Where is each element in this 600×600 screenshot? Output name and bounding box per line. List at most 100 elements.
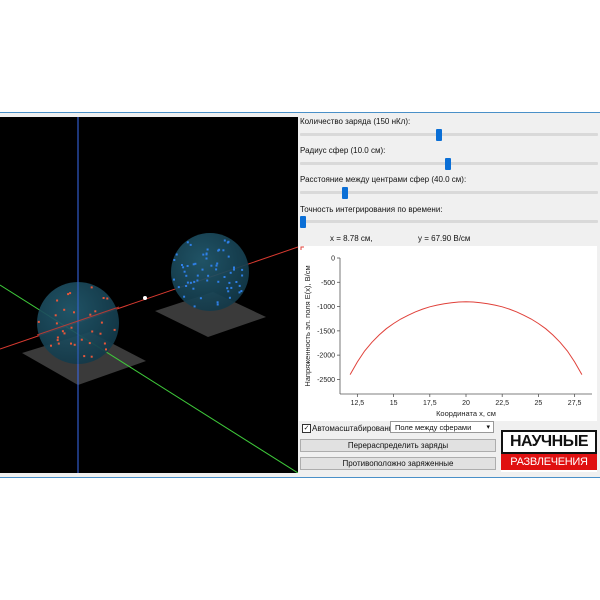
chevron-down-icon: ▾ xyxy=(486,424,490,431)
redistribute-charges-button[interactable]: Перераспределить заряды xyxy=(300,439,496,452)
charge-dot xyxy=(103,342,106,345)
x-tick-label: 22,5 xyxy=(495,400,509,407)
autoscale-checkbox[interactable]: ✓ xyxy=(302,424,311,433)
charge-dot xyxy=(226,287,229,290)
charge-dot xyxy=(186,241,189,244)
charge-dot xyxy=(222,249,225,252)
charge-dot xyxy=(63,308,66,311)
precision-slider-handle[interactable] xyxy=(300,216,306,228)
y-tick-label: 0 xyxy=(331,256,335,263)
scene-3d-viewport[interactable] xyxy=(0,117,298,473)
precision-slider[interactable] xyxy=(300,220,598,223)
charge-dot xyxy=(61,330,64,333)
charge-dot xyxy=(189,281,192,284)
control-panel: Количество заряда (150 нКл): Радиус сфер… xyxy=(298,113,600,477)
charge-dot xyxy=(241,268,244,271)
charge-dot xyxy=(67,293,70,296)
charge-dot xyxy=(223,239,226,242)
charge-dot xyxy=(55,322,58,325)
charge-dot xyxy=(206,248,209,251)
autoscale-label[interactable]: Автомасштабирование xyxy=(312,424,398,433)
charge-dot xyxy=(217,249,220,252)
charge-dot xyxy=(196,274,199,277)
charge-dot xyxy=(73,343,76,346)
charge-dot xyxy=(215,264,218,267)
logo-top-text: НАУЧНЫЕ xyxy=(501,430,597,454)
charge-dot xyxy=(37,320,40,323)
charge-dot xyxy=(205,253,208,256)
readout-y: y = 67.90 В/см xyxy=(418,234,471,243)
y-tick-label: -2000 xyxy=(317,353,335,360)
charge-dot xyxy=(186,265,189,267)
sphere-right xyxy=(171,233,249,311)
charge-dot xyxy=(189,243,192,246)
y-axis-title: Напряженность эл. поля E(x), В/см xyxy=(303,265,312,386)
charge-dot xyxy=(227,240,230,243)
charge-dot xyxy=(193,305,196,308)
charge-dot xyxy=(194,262,197,265)
x-tick-label: 12,5 xyxy=(351,400,365,407)
charge-dot xyxy=(233,266,235,269)
opposite-charges-button[interactable]: Противоположно заряженные xyxy=(300,457,496,470)
charge-dot xyxy=(216,303,219,306)
x-tick-label: 17,5 xyxy=(423,400,437,407)
charge-dot xyxy=(70,342,72,345)
y-tick-label: -2500 xyxy=(317,377,335,384)
charge-dot xyxy=(205,257,208,260)
charge-dot xyxy=(80,338,83,341)
charge-slider-handle[interactable] xyxy=(435,129,442,141)
charge-dot xyxy=(196,279,199,282)
scene-3d xyxy=(0,117,298,473)
logo-bottom-text: РАЗВЛЕЧЕНИЯ xyxy=(501,454,597,470)
probe-point[interactable] xyxy=(143,296,147,300)
charge-dot xyxy=(227,255,230,258)
charge-dot xyxy=(91,330,94,333)
field-curve xyxy=(349,301,583,375)
distance-slider-label: Расстояние между центрами сфер (40.0 см)… xyxy=(300,175,467,184)
charge-dot xyxy=(199,297,202,300)
field-mode-value: Поле между сферами xyxy=(395,423,472,432)
radius-slider-label: Радиус сфер (10.0 см): xyxy=(300,146,386,155)
x-tick-label: 25 xyxy=(535,400,543,407)
charge-dot xyxy=(206,279,209,282)
radius-slider-handle[interactable] xyxy=(444,158,451,170)
charge-dot xyxy=(210,264,213,267)
charge-dot xyxy=(57,342,60,345)
charge-dot xyxy=(238,284,241,287)
charge-dot xyxy=(99,332,102,335)
x-tick-label: 15 xyxy=(390,400,398,407)
brand-logo: НАУЧНЫЕ РАЗВЛЕЧЕНИЯ xyxy=(501,430,597,472)
charge-slider-label: Количество заряда (150 нКл): xyxy=(300,117,411,126)
charge-dot xyxy=(90,355,93,358)
charge-dot xyxy=(192,287,195,290)
charge-dot xyxy=(217,280,220,283)
charge-dot xyxy=(227,290,230,293)
charge-dot xyxy=(102,297,105,299)
y-tick-label: -1000 xyxy=(317,304,335,311)
charge-dot xyxy=(223,276,226,278)
distance-slider-handle[interactable] xyxy=(342,187,349,199)
y-tick-label: -500 xyxy=(321,280,335,287)
charge-dot xyxy=(90,286,93,289)
field-plot[interactable]: 12,5 15 17,5 20 22,5 25 27,5 0 -500 -1000 -1500 -20… xyxy=(299,246,597,421)
readout-x: x = 8.78 см, xyxy=(330,234,373,243)
charge-dot xyxy=(56,299,59,302)
field-chart: 12,5 15 17,5 20 22,5 25 27,5 0 -500 -1000 -1500 -20… xyxy=(300,246,592,418)
precision-slider-label: Точность интегрирования по времени: xyxy=(300,205,443,214)
charge-dot xyxy=(113,328,116,331)
charge-dot xyxy=(201,268,204,271)
plot-corner-marker xyxy=(300,246,304,250)
charge-slider[interactable] xyxy=(300,133,598,136)
charge-dot xyxy=(94,310,97,313)
charge-dot xyxy=(54,314,57,317)
charge-dot xyxy=(216,301,219,304)
charge-dot xyxy=(63,332,66,335)
charge-dot xyxy=(183,295,186,298)
field-mode-select[interactable]: Поле между сферами ▾ xyxy=(390,421,494,433)
y-tick-label: -1500 xyxy=(317,328,335,335)
charge-dot xyxy=(106,297,109,300)
charge-dot xyxy=(228,281,231,284)
charge-dot xyxy=(238,291,241,294)
charge-dot xyxy=(216,262,219,265)
charge-dot xyxy=(69,292,72,295)
